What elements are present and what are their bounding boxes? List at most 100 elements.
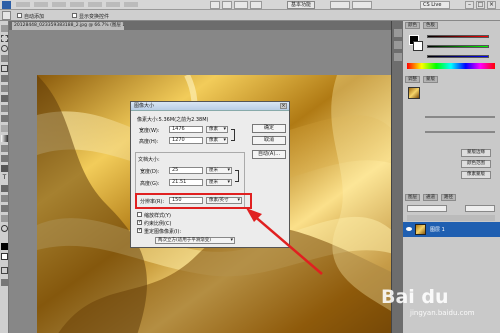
scale-styles-label: 缩放样式(Y): [144, 213, 171, 219]
color-range-button[interactable]: 颜色范围: [461, 160, 491, 168]
pen-tool-icon[interactable]: [1, 165, 8, 172]
baidu-watermark-logo: Bai du: [381, 286, 449, 308]
resample-checkbox[interactable]: ✓: [137, 228, 142, 233]
constrain-checkbox[interactable]: ✓: [137, 220, 142, 225]
doc-height-input[interactable]: 21.51: [169, 179, 203, 186]
pixel-height-unit-select[interactable]: 像素: [206, 137, 228, 144]
document-tab-bar: 20128448_023359383188_2.jpg @ 66.7% (图层 …: [9, 21, 391, 30]
green-slider[interactable]: [427, 45, 489, 48]
show-transform-checkbox[interactable]: [72, 13, 77, 18]
mask-feather-track[interactable]: [425, 131, 495, 133]
background-swatch[interactable]: [413, 41, 423, 51]
mask-edge-button[interactable]: 蒙版边缘: [461, 149, 491, 157]
type-tool-icon[interactable]: T: [1, 175, 8, 182]
blend-mode-select[interactable]: [407, 205, 447, 212]
lasso-tool-icon[interactable]: [1, 45, 8, 52]
document-tab[interactable]: 20128448_023359383188_2.jpg @ 66.7% (图层 …: [12, 22, 124, 30]
blur-tool-icon[interactable]: [1, 145, 8, 152]
background-color-icon[interactable]: [1, 253, 8, 260]
screen-mode-icon[interactable]: [1, 279, 8, 286]
tab-channels[interactable]: 通道: [423, 194, 438, 201]
quick-mask-icon[interactable]: [1, 267, 8, 274]
doc-width-input[interactable]: 25: [169, 167, 203, 174]
layer-row-selected[interactable]: 图层 1: [403, 222, 500, 237]
close-window-button[interactable]: ×: [487, 1, 496, 9]
foreground-color-icon[interactable]: [1, 243, 8, 250]
pixel-link-bracket: [231, 129, 235, 141]
zoom-tool-icon[interactable]: [1, 225, 8, 232]
scale-styles-checkbox[interactable]: [137, 212, 142, 217]
document-size-label: 文档大小:: [138, 157, 160, 163]
doc-width-unit-select[interactable]: 厘米: [206, 167, 232, 174]
menu-item-7[interactable]: [124, 2, 138, 7]
menu-item-5[interactable]: [88, 2, 102, 7]
minibridge-button[interactable]: [222, 1, 232, 9]
tab-swatches[interactable]: 色板: [423, 22, 438, 29]
opacity-field[interactable]: [465, 205, 495, 212]
tab-masks[interactable]: 蒙版: [423, 76, 438, 83]
tab-adjustments[interactable]: 调整: [405, 76, 420, 83]
doc-width-label: 宽度(D):: [140, 169, 160, 175]
tab-color[interactable]: 颜色: [405, 22, 420, 29]
marquee-tool-icon[interactable]: [1, 35, 8, 42]
pixel-dimensions-label: 像素大小:5.36M(之前为2.38M): [137, 117, 209, 123]
pixel-width-unit-select[interactable]: 像素: [206, 126, 228, 133]
arrange-button[interactable]: [250, 1, 262, 9]
cs-live-button[interactable]: CS Live: [420, 1, 450, 9]
resolution-highlight-box: [135, 193, 252, 209]
pixel-height-input[interactable]: 1270: [169, 137, 203, 144]
history-panel-icon[interactable]: [394, 29, 402, 37]
stamp-tool-icon[interactable]: [1, 105, 8, 112]
hand-tool-icon[interactable]: [1, 215, 8, 222]
resample-method-select[interactable]: 两次立方(适用于平滑渐变): [155, 237, 235, 244]
layer-name: 图层 1: [430, 227, 445, 233]
eraser-tool-icon[interactable]: [1, 125, 8, 132]
healing-tool-icon[interactable]: [1, 85, 8, 92]
crop-tool-icon[interactable]: [1, 65, 8, 72]
spectrum-bar[interactable]: [407, 63, 495, 69]
red-slider[interactable]: [427, 35, 489, 38]
quick-select-tool-icon[interactable]: [1, 55, 8, 62]
show-transform-label: 显示变换控件: [79, 14, 110, 20]
brush-tool-icon[interactable]: [1, 95, 8, 102]
menu-item-2[interactable]: [34, 2, 48, 7]
auto-select-checkbox[interactable]: [17, 13, 22, 18]
3d-tool-icon[interactable]: [1, 205, 8, 212]
shape-tool-icon[interactable]: [1, 195, 8, 202]
maximize-button[interactable]: □: [476, 1, 485, 9]
painting-workspace-button[interactable]: [352, 1, 372, 9]
menu-item-3[interactable]: [52, 2, 66, 7]
tab-paths[interactable]: 路径: [441, 194, 456, 201]
blue-slider[interactable]: [427, 55, 489, 58]
minimize-button[interactable]: –: [465, 1, 474, 9]
history-brush-tool-icon[interactable]: [1, 115, 8, 122]
design-workspace-button[interactable]: [330, 1, 350, 9]
dodge-tool-icon[interactable]: [1, 155, 8, 162]
app-icon: [2, 1, 11, 9]
dialog-close-button[interactable]: ×: [280, 103, 287, 109]
menu-item-6[interactable]: [106, 2, 120, 7]
gradient-tool-icon[interactable]: [1, 135, 8, 142]
layer-visibility-eye-icon[interactable]: [406, 227, 412, 231]
cancel-button[interactable]: 取消: [252, 136, 286, 145]
menu-bar: 基本功能 CS Live – □ ×: [0, 0, 500, 10]
pixel-width-input[interactable]: 1476: [169, 126, 203, 133]
constrain-label: 约束比例(C): [144, 221, 172, 227]
actions-panel-icon[interactable]: [394, 41, 402, 49]
auto-button[interactable]: 自动(A)...: [252, 150, 286, 159]
workspace-essentials-button[interactable]: 基本功能: [287, 1, 316, 9]
move-tool-icon[interactable]: [1, 25, 8, 32]
eyedropper-tool-icon[interactable]: [1, 75, 8, 82]
doc-height-unit-select[interactable]: 厘米: [206, 179, 232, 186]
menu-item-4[interactable]: [70, 2, 84, 7]
invert-mask-button[interactable]: 像素蒙版: [461, 171, 491, 179]
character-panel-icon[interactable]: [394, 53, 402, 61]
mask-density-track[interactable]: [425, 116, 495, 118]
path-select-tool-icon[interactable]: [1, 185, 8, 192]
current-tool-icon[interactable]: [2, 11, 11, 20]
ok-button[interactable]: 确定: [252, 124, 286, 133]
bridge-button[interactable]: [210, 1, 220, 9]
menu-item-1[interactable]: [16, 2, 30, 7]
tab-layers[interactable]: 图层: [405, 194, 420, 201]
zoom-level-button[interactable]: [234, 1, 248, 9]
